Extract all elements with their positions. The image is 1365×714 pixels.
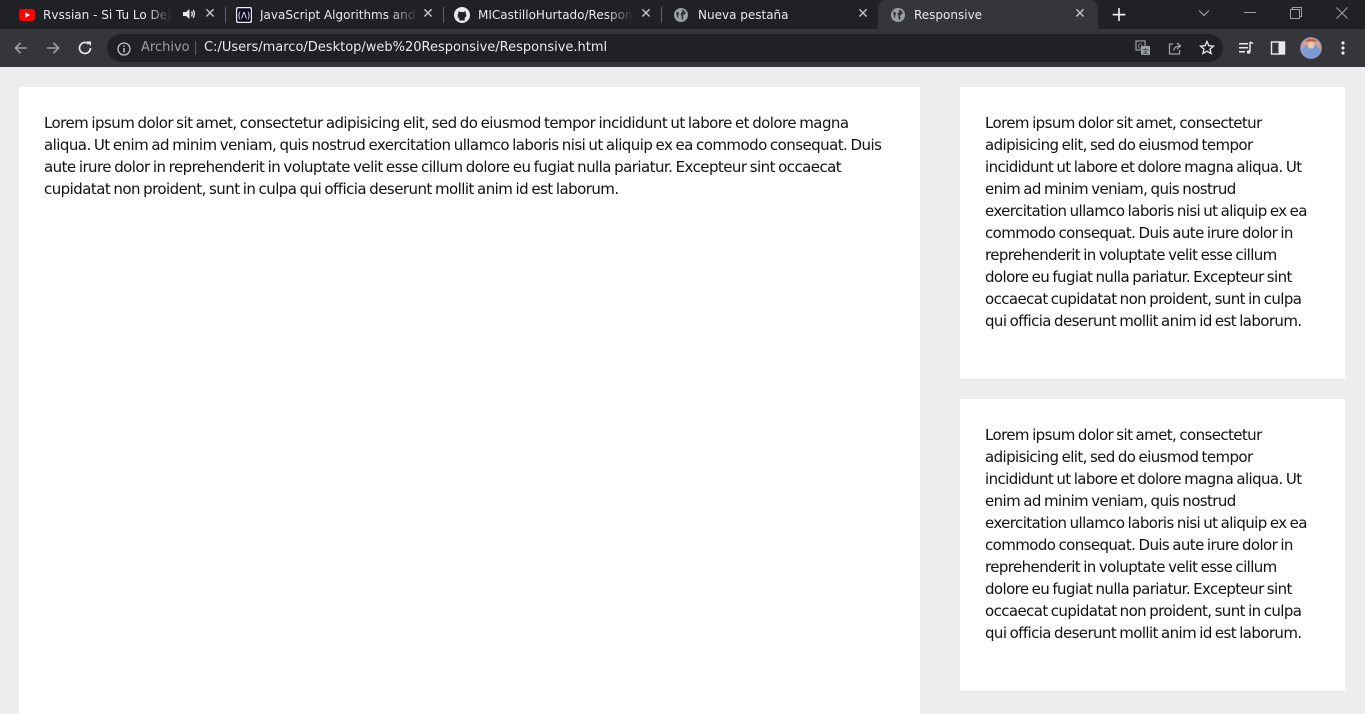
minimize-icon[interactable]	[1240, 3, 1260, 23]
tab-separator	[225, 7, 226, 23]
tab-title: Rvssian - Si Tu Lo Dejas F	[43, 7, 171, 22]
security-label: Archivo	[141, 40, 190, 55]
menu-kebab-icon[interactable]	[1330, 35, 1356, 61]
browser-toolbar: Archivo C:/Users/marco/Desktop/web%20Res…	[0, 29, 1365, 67]
tab-freecodecamp[interactable]: (Λ) JavaScript Algorithms and Da ✕	[228, 0, 442, 29]
translate-icon[interactable]: G文	[1134, 39, 1152, 57]
globe-icon	[673, 7, 689, 23]
url-text[interactable]: C:/Users/marco/Desktop/web%20Responsive/…	[204, 40, 607, 55]
tab-strip: Rvssian - Si Tu Lo Dejas F ✕ (Λ) JavaScr…	[0, 0, 1365, 29]
tab-title: Responsive	[914, 7, 983, 22]
side-paragraph-2: Lorem ipsum dolor sit amet, consectetur …	[985, 426, 1307, 642]
back-icon[interactable]	[8, 35, 34, 61]
close-tab-icon[interactable]: ✕	[854, 5, 872, 23]
tab-title: MICastilloHurtado/Responsiv	[478, 7, 634, 22]
youtube-icon	[19, 7, 35, 23]
close-window-icon[interactable]	[1332, 3, 1352, 23]
tab-separator	[443, 7, 444, 23]
profile-avatar[interactable]	[1298, 35, 1324, 61]
main-paragraph: Lorem ipsum dolor sit amet, consectetur …	[44, 114, 882, 198]
reading-list-icon[interactable]	[1233, 35, 1259, 61]
forward-icon[interactable]	[40, 35, 66, 61]
main-content-box: Lorem ipsum dolor sit amet, consectetur …	[19, 87, 920, 714]
side-panel-icon[interactable]	[1265, 35, 1291, 61]
tab-title: Nueva pestaña	[698, 7, 789, 22]
info-icon[interactable]	[117, 41, 131, 56]
omnibox-separator	[195, 41, 196, 55]
tab-search-icon[interactable]	[1194, 3, 1214, 23]
side-paragraph-1: Lorem ipsum dolor sit amet, consectetur …	[985, 114, 1307, 330]
github-icon	[454, 6, 470, 23]
side-box-2: Lorem ipsum dolor sit amet, consectetur …	[960, 399, 1345, 691]
freecodecamp-icon: (Λ)	[236, 6, 252, 23]
speaker-icon[interactable]	[182, 7, 196, 21]
share-icon[interactable]	[1166, 39, 1184, 57]
tab-github[interactable]: MICastilloHurtado/Responsiv ✕	[446, 0, 658, 29]
tab-youtube[interactable]: Rvssian - Si Tu Lo Dejas F ✕	[12, 0, 224, 29]
tab-separator	[661, 7, 662, 23]
svg-text:(Λ): (Λ)	[238, 11, 250, 21]
svg-text:文: 文	[1142, 47, 1149, 56]
side-box-1: Lorem ipsum dolor sit amet, consectetur …	[960, 87, 1345, 379]
tab-nueva-pestana[interactable]: Nueva pestaña ✕	[664, 0, 878, 29]
close-tab-icon[interactable]: ✕	[637, 5, 655, 23]
close-tab-icon[interactable]: ✕	[1071, 5, 1089, 23]
globe-icon	[890, 7, 906, 23]
tab-responsive-active[interactable]: Responsive ✕	[878, 0, 1098, 29]
tab-title: JavaScript Algorithms and Da	[260, 7, 418, 22]
restore-icon[interactable]	[1286, 3, 1306, 23]
address-bar[interactable]: Archivo C:/Users/marco/Desktop/web%20Res…	[107, 34, 1223, 62]
bookmark-star-icon[interactable]	[1198, 39, 1216, 57]
reload-icon[interactable]	[72, 35, 98, 61]
close-tab-icon[interactable]: ✕	[419, 5, 437, 23]
page-viewport: Lorem ipsum dolor sit amet, consectetur …	[0, 67, 1365, 714]
close-tab-icon[interactable]: ✕	[201, 5, 219, 23]
new-tab-button[interactable]: +	[1108, 3, 1130, 25]
